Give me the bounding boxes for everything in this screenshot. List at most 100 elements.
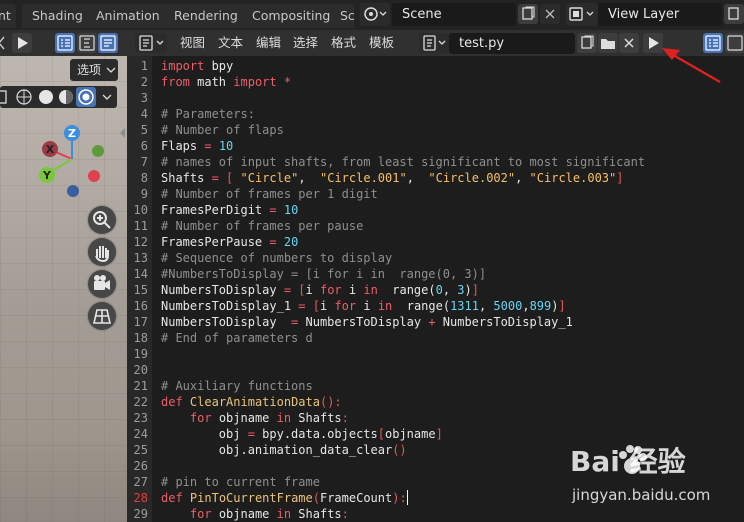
code-token: bpy.data.objects [254,427,378,441]
new-text-button[interactable] [577,33,597,53]
navigation-gizmo[interactable]: Z X Y [30,122,120,202]
code-line[interactable]: from math import * [161,74,291,90]
menu-format[interactable]: 格式 [331,33,356,53]
menu-view[interactable]: 视图 [180,33,205,53]
line-number: 24 [133,427,148,441]
xray-icon[interactable] [0,88,9,106]
code-line[interactable]: def PinToCurrentFrame(FrameCount): [161,490,407,506]
baidu-watermark: Bai 经验 jingyan.baidu.com [570,440,740,515]
code-token: (): [319,395,342,409]
tab-label: Compositing [252,8,331,23]
tab-label: Rendering [174,8,238,23]
line-number: 3 [140,91,148,105]
run-button-left[interactable] [12,33,32,53]
tab-label: Animation [96,8,160,23]
tab-label: Sc [340,8,354,23]
code-line[interactable]: # End of parameters d [161,330,313,346]
code-line[interactable]: NumbersToDisplay_1 = [i for i in range(1… [161,298,566,314]
line-number: 9 [140,187,148,201]
unlink-text-button[interactable] [619,33,639,53]
line-numbers-toggle[interactable] [55,33,75,53]
workspace-tab-scripting[interactable]: Sc [332,4,354,28]
code-token: for [334,299,357,313]
code-line[interactable]: # names of input shafts, from least sign… [161,154,645,170]
solid-shading-icon[interactable] [37,88,55,106]
code-line[interactable]: NumbersToDisplay = NumbersToDisplay + Nu… [161,314,573,330]
zoom-button[interactable] [88,206,116,234]
menu-select[interactable]: 选择 [293,33,318,53]
line-number-gutter: 1 2 3 4 5 6 7 8 9 10 11 12 13 14 15 16 17 18 19 20 21 22 23 24 2… [127,56,152,522]
workspace-tab-shading[interactable]: Shading [22,4,93,28]
rendered-shading-button[interactable] [76,87,96,107]
scene-name: Scene [402,7,442,22]
code-line[interactable]: for objname in Shafts: [161,506,349,522]
workspace-tab-rendering[interactable]: Rendering [164,4,248,28]
pan-button[interactable] [88,238,116,266]
line-number: 27 [133,475,148,489]
code-token: , [478,299,494,313]
code-line[interactable]: Shafts = [ "Circle", "Circle.001", "Circ… [161,170,623,186]
code-line[interactable]: FramesPerDigit = 10 [161,202,298,218]
menu-text[interactable]: 文本 [218,33,243,53]
code-line[interactable]: obj = bpy.data.objects[objname] [161,426,443,442]
code-line[interactable]: # Parameters: [161,106,255,122]
perspective-toggle-button[interactable] [88,302,116,330]
chevron-down-icon[interactable] [101,91,113,103]
code-token: 5000 [493,299,523,313]
code-line[interactable]: Flaps = 10 [161,138,233,154]
menu-edit[interactable]: 编辑 [256,33,281,53]
new-scene-button[interactable] [518,4,538,24]
line-number: 10 [133,203,148,217]
menu-templates[interactable]: 模板 [369,33,394,53]
sidebar-toggle-icon[interactable] [118,126,127,140]
workspace-tab-compositing[interactable]: Compositing [242,4,341,28]
code-token: ] [558,299,566,313]
code-line[interactable]: import bpy [161,58,233,74]
code-line[interactable]: obj.animation_data_clear() [161,442,407,458]
code-token: : [341,411,349,425]
scene-type-dropdown[interactable] [360,3,390,26]
workspace-tab-layout[interactable]: nt [0,4,16,28]
code-line[interactable]: # Number of frames per pause [161,218,363,234]
options-label: 选项 [77,63,102,77]
scene-field[interactable]: Scene [392,3,516,26]
syntax-highlight-toggle[interactable] [98,33,118,53]
editor-type-dropdown[interactable] [135,33,167,53]
options-dropdown[interactable]: 选项 [70,59,118,81]
code-line[interactable]: for objname in Shafts: [161,410,349,426]
code-line[interactable]: # Auxiliary functions [161,378,313,394]
code-token: = [269,235,277,249]
word-wrap-toggle[interactable] [77,33,97,53]
workspace-tab-animation[interactable]: Animation [86,4,170,28]
code-line[interactable]: # pin to current frame [161,474,320,490]
line-number: 28 [133,491,148,505]
code-line[interactable]: # Sequence of numbers to display [161,250,392,266]
line-number: 21 [133,379,148,393]
code-line[interactable]: # Number of flaps [161,122,284,138]
view-layer-field[interactable]: View Layer [598,3,722,26]
text-filename-field[interactable]: test.py [449,33,575,54]
code-line[interactable]: FramesPerPause = 20 [161,234,298,250]
material-shading-icon[interactable] [57,88,75,106]
text-browse-dropdown[interactable] [419,33,449,53]
wireframe-shading-icon[interactable] [15,88,33,106]
camera-view-button[interactable] [88,270,116,298]
code-token: 1311 [450,299,479,313]
code-line[interactable]: #NumbersToDisplay = [i for i in range(0,… [161,266,486,282]
copy-icon [522,6,535,20]
view-layer-type-dropdown[interactable] [566,3,598,26]
code-token: import [233,75,277,89]
code-token: in [363,283,378,297]
code-token: ( [312,491,320,505]
close-icon [624,38,634,48]
new-view-layer-button[interactable] [724,4,744,24]
code-line[interactable]: def ClearAnimationData(): [161,394,342,410]
3d-viewport[interactable]: 选项 Z X Y [0,56,127,522]
line-number: 17 [133,315,148,329]
code-line[interactable]: # Number of frames per 1 digit [161,186,378,202]
code-line[interactable]: NumbersToDisplay = [i for i in range(0, … [161,282,479,298]
copy-icon [728,7,739,20]
line-number: 8 [140,171,148,185]
delete-scene-button[interactable] [540,4,560,24]
open-text-button[interactable] [598,33,618,53]
